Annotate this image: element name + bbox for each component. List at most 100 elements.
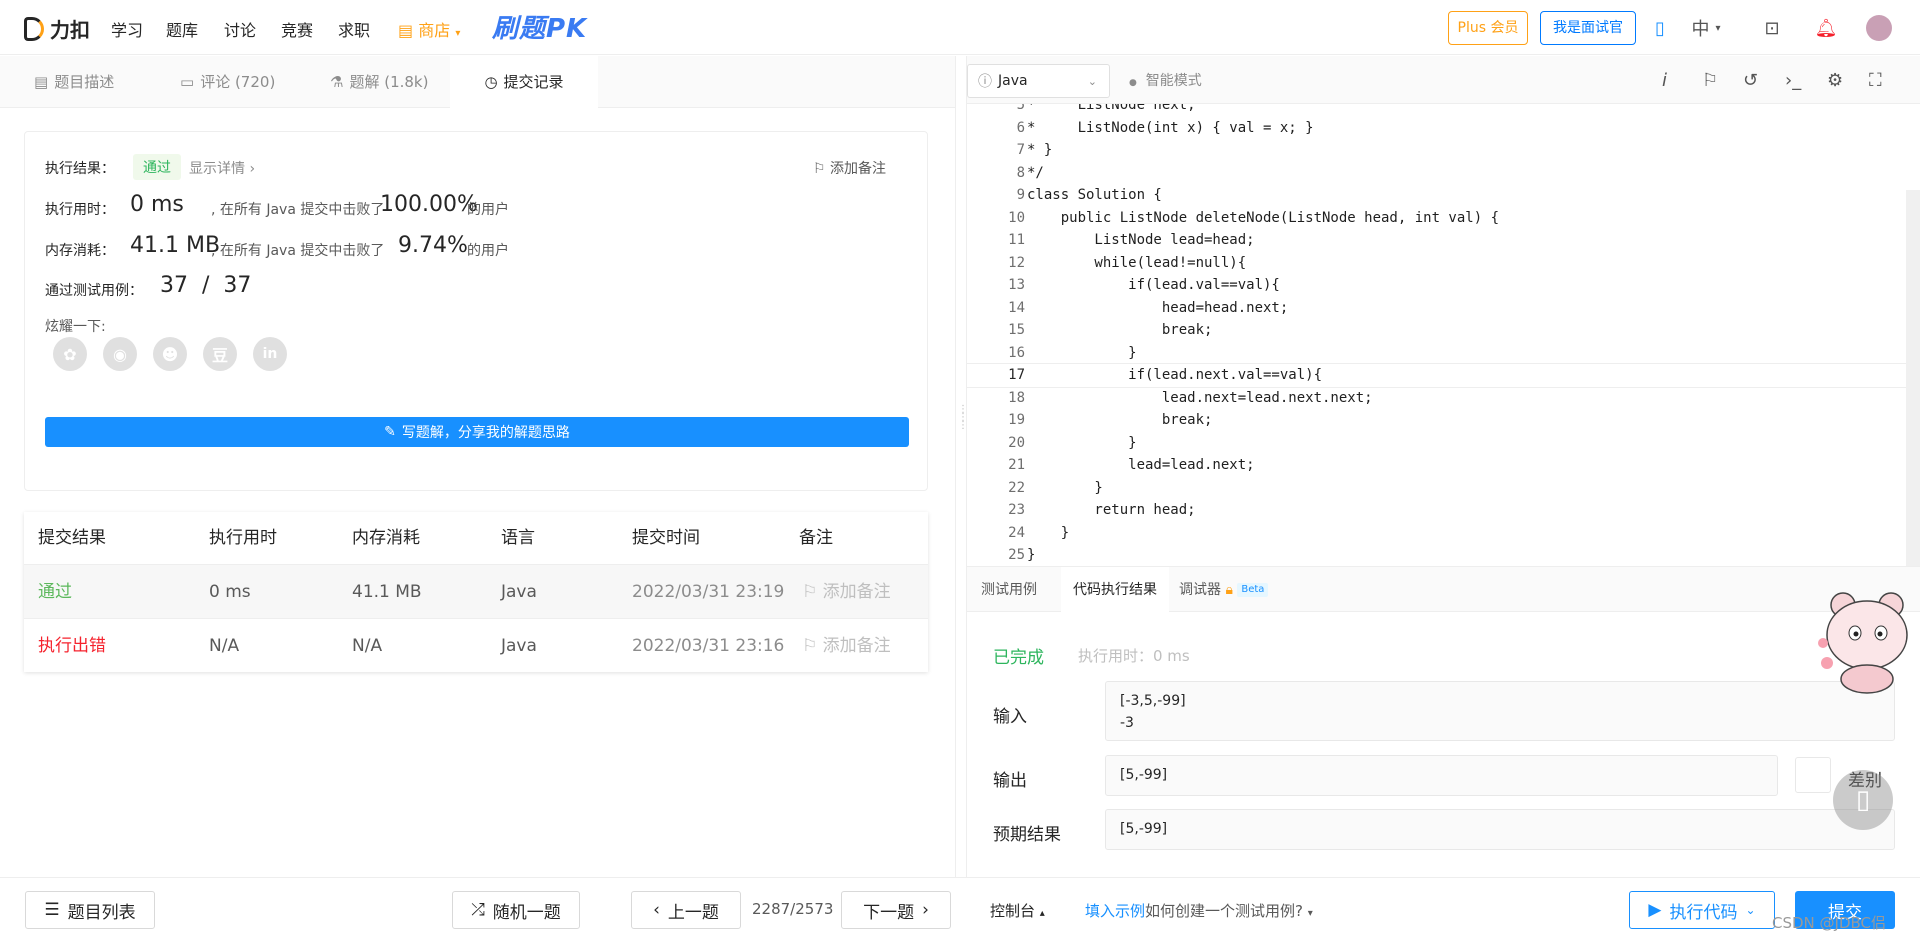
- prev-label: 上一题: [667, 902, 719, 923]
- wechat-share-icon[interactable]: ✿: [53, 337, 87, 371]
- tab-submissions[interactable]: ◷ 提交记录: [450, 56, 598, 108]
- fullscreen-icon[interactable]: ⛶: [1869, 70, 1882, 91]
- row-add-note[interactable]: ⚐ 添加备注: [802, 619, 891, 673]
- language-label: 中: [1691, 19, 1710, 40]
- time-desc: , 在所有 Java 提交中击败了: [211, 202, 385, 218]
- line-text: lead.next=lead.next.next;: [1027, 389, 1373, 406]
- line-text: }: [1027, 344, 1137, 361]
- code-line: 19 break;: [967, 409, 1920, 432]
- prev-problem-button[interactable]: ‹ 上一题: [631, 891, 741, 929]
- linkedin-share-icon[interactable]: in: [253, 337, 287, 371]
- table-row[interactable]: 通过 0 ms 41.1 MB Java 2022/03/31 23:19 ⚐ …: [24, 564, 928, 618]
- line-text: }: [1027, 547, 1036, 563]
- problem-list-button[interactable]: ☰ 题目列表: [25, 891, 155, 929]
- problem-tabs: ▤ 题目描述 ▭ 评论 (720) ⚗ 题解 (1.8k) ◷ 提交记录: [0, 56, 955, 108]
- show-details-link[interactable]: 显示详情 ›: [189, 158, 255, 178]
- tab-description[interactable]: ▤ 题目描述: [34, 56, 114, 108]
- memory-percentile: 9.74%: [398, 233, 468, 258]
- diff-checkbox[interactable]: [1795, 757, 1831, 793]
- smart-mode-toggle[interactable]: ● 智能模式: [1129, 70, 1202, 90]
- row-add-note[interactable]: ⚐ 添加备注: [802, 565, 891, 619]
- line-text: * ListNode(int x) { val = x; }: [1027, 119, 1314, 136]
- table-row[interactable]: 执行出错 N/A N/A Java 2022/03/31 23:16 ⚐ 添加备…: [24, 618, 928, 672]
- nav-item-problems[interactable]: 题库: [166, 17, 198, 41]
- info-icon[interactable]: i: [1662, 70, 1667, 91]
- line-number: 12: [1008, 254, 1025, 271]
- douban-share-icon[interactable]: 豆: [203, 337, 237, 371]
- memory-desc: , 在所有 Java 提交中击败了: [211, 243, 385, 259]
- add-note-button[interactable]: ⚐ 添加备注: [813, 158, 886, 178]
- row-time: N/A: [209, 636, 240, 656]
- tab-comments[interactable]: ▭ 评论 (720): [180, 56, 275, 108]
- flask-icon: ⚗: [330, 73, 344, 91]
- nav-item-study[interactable]: 学习: [111, 17, 143, 41]
- code-line: 25}: [967, 544, 1920, 566]
- input-label: 输入: [993, 707, 1027, 727]
- row-submit-time: 2022/03/31 23:19: [632, 582, 785, 602]
- line-number: 9: [1016, 187, 1025, 203]
- line-number: 25: [1008, 547, 1025, 563]
- bell-icon[interactable]: 🔔︎: [1814, 16, 1838, 40]
- playground-icon[interactable]: ⊡: [1760, 16, 1784, 40]
- leetcode-logo-icon: [24, 16, 44, 41]
- code-line: 23 return head;: [967, 499, 1920, 522]
- settings-icon[interactable]: ⚙: [1827, 70, 1843, 91]
- language-select[interactable]: ⓘ Java ⌄: [967, 64, 1110, 98]
- random-problem-button[interactable]: ⤮ 随机一题: [452, 891, 580, 929]
- run-code-button[interactable]: ▶ 执行代码 ⌄: [1629, 891, 1775, 929]
- line-number: 20: [1008, 434, 1025, 451]
- avatar[interactable]: [1866, 15, 1892, 41]
- next-problem-button[interactable]: 下一题 ›: [841, 891, 951, 929]
- interviewer-button[interactable]: 我是面试官: [1540, 11, 1636, 45]
- code-line: 22 }: [967, 477, 1920, 500]
- line-number: 16: [1008, 344, 1025, 361]
- tab-solutions[interactable]: ⚗ 题解 (1.8k): [330, 56, 428, 108]
- nav-item-discuss[interactable]: 讨论: [224, 17, 256, 41]
- tab-label: 题解 (1.8k): [349, 73, 429, 91]
- how-create-testcase-link[interactable]: 如何创建一个测试用例? ▾: [1145, 900, 1313, 921]
- nav-item-contest[interactable]: 竞赛: [281, 17, 313, 41]
- plus-member-button[interactable]: Plus 会员: [1448, 11, 1528, 45]
- fill-example-link[interactable]: 填入示例: [1085, 900, 1145, 921]
- editor-scrollbar[interactable]: [1906, 190, 1920, 566]
- caret-up-icon: ▴: [1039, 908, 1045, 919]
- bookmark-float-button[interactable]: ▯: [1833, 770, 1893, 830]
- code-line: 14 head=head.next;: [967, 297, 1920, 320]
- row-language: Java: [501, 582, 537, 602]
- console-toggle[interactable]: 控制台 ▴: [990, 900, 1045, 921]
- terminal-icon[interactable]: ›_: [1785, 70, 1801, 91]
- tab-debugger[interactable]: 调试器 🔒︎ Beta: [1179, 567, 1269, 613]
- line-text: if(lead.next.val==val){: [1027, 367, 1323, 383]
- write-solution-button[interactable]: ✎ 写题解，分享我的解题思路: [45, 417, 909, 447]
- language-switch[interactable]: 中 ▾: [1686, 16, 1726, 40]
- row-submit-time: 2022/03/31 23:16: [632, 636, 785, 656]
- nav-item-shop[interactable]: ▤ 商店 ▾: [398, 17, 460, 41]
- submission-result-card: 执行结果： 通过 显示详情 › ⚐ 添加备注 执行用时： 0 ms , 在所有 …: [24, 131, 928, 491]
- chevron-down-icon: ▾: [1715, 22, 1721, 34]
- code-line: 13 if(lead.val==val){: [967, 274, 1920, 297]
- chevron-down-icon: ▾: [455, 28, 461, 39]
- reset-icon[interactable]: ↺: [1743, 70, 1758, 91]
- beta-badge: Beta: [1237, 583, 1269, 597]
- users-suffix: 的用户: [467, 243, 509, 259]
- tab-run-result[interactable]: 代码执行结果: [1061, 567, 1169, 613]
- line-text: head=head.next;: [1027, 299, 1289, 316]
- row-status[interactable]: 通过: [38, 565, 72, 619]
- run-flag-icon[interactable]: ⚐: [1702, 70, 1718, 91]
- panel-resize-handle[interactable]: ⋮ ⋮ ⋮: [955, 56, 968, 877]
- leetcode-logo[interactable]: 力扣: [24, 14, 90, 43]
- code-line: 10 public ListNode deleteNode(ListNode h…: [967, 207, 1920, 230]
- qq-share-icon[interactable]: ☻: [153, 337, 187, 371]
- pk-logo[interactable]: 刷题PK: [492, 8, 587, 45]
- row-status[interactable]: 执行出错: [38, 619, 106, 673]
- code-line: 9 class Solution {: [967, 184, 1920, 207]
- tab-testcase[interactable]: 测试用例: [981, 567, 1037, 613]
- code-line: 11 ListNode lead=head;: [967, 229, 1920, 252]
- mobile-icon[interactable]: ▯: [1648, 16, 1672, 40]
- weibo-share-icon[interactable]: ◉: [103, 337, 137, 371]
- line-number: 15: [1008, 322, 1025, 338]
- code-editor[interactable]: 5 * ListNode next; 6 * ListNode(int x) { v…: [967, 104, 1920, 566]
- header-note: 备注: [799, 528, 833, 548]
- line-number: 19: [1008, 412, 1025, 428]
- nav-item-jobs[interactable]: 求职: [338, 17, 370, 41]
